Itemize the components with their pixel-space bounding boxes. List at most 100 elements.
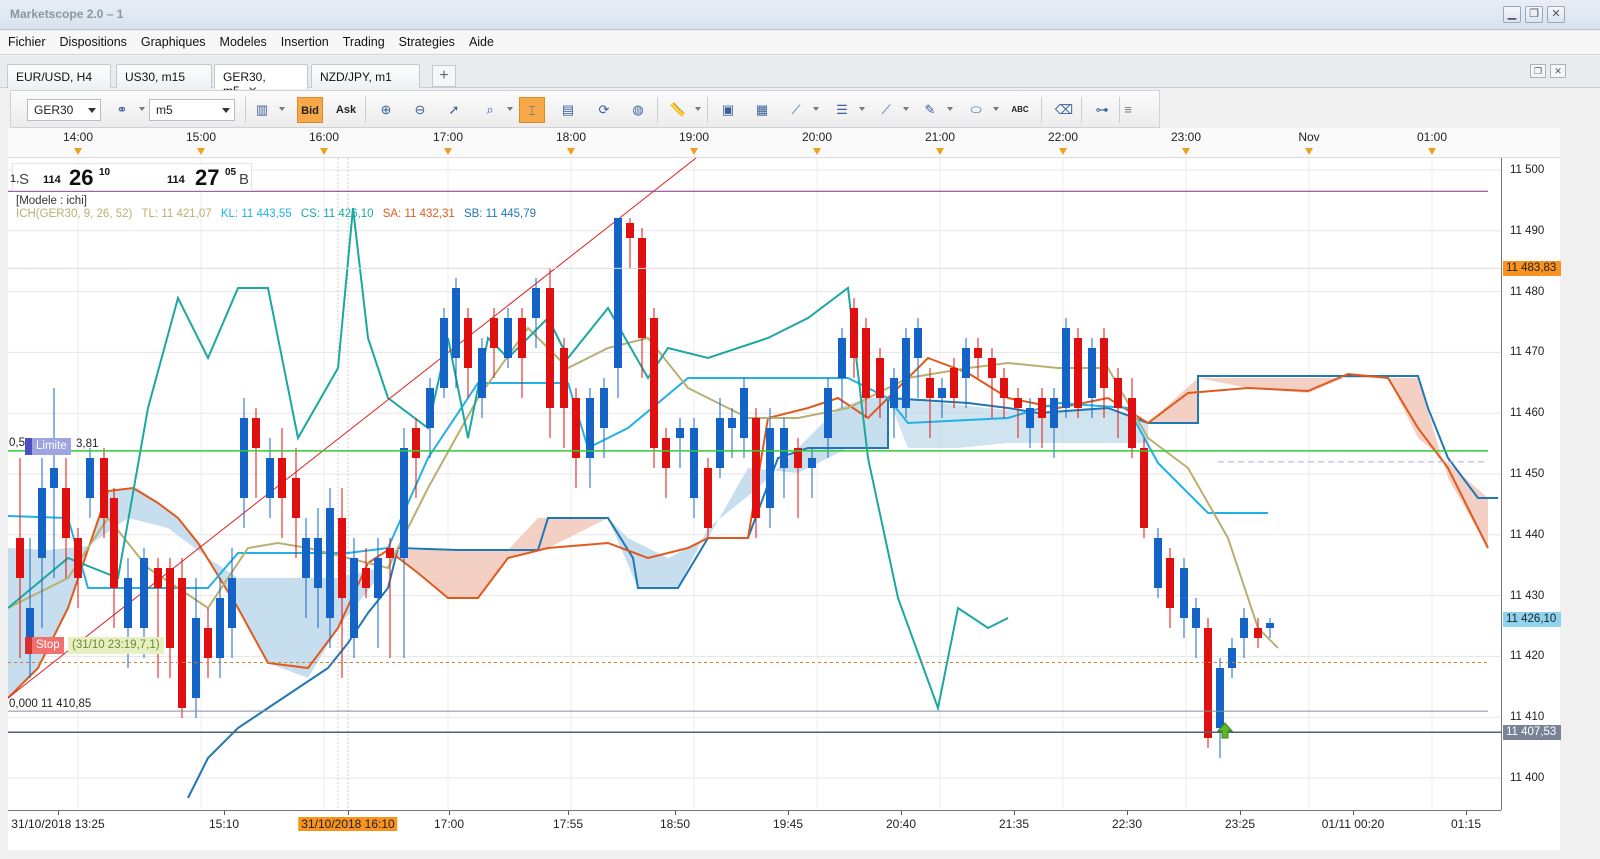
candle-body[interactable]: [386, 548, 394, 558]
menu-fichier[interactable]: Fichier: [0, 31, 52, 49]
candle-body[interactable]: [204, 628, 212, 658]
menu-graphiques[interactable]: Graphiques: [133, 31, 212, 49]
trendline-icon[interactable]: ⟋: [783, 97, 809, 123]
layout-icon[interactable]: ▦: [749, 97, 775, 123]
tab-nzdjpy[interactable]: NZD/JPY, m1: [311, 64, 420, 88]
candle-body[interactable]: [452, 288, 460, 358]
candle-body[interactable]: [716, 418, 724, 468]
menu-trading[interactable]: Trading: [335, 31, 391, 49]
price-plot[interactable]: [8, 158, 1501, 810]
candle-body[interactable]: [532, 288, 540, 318]
candle-body[interactable]: [1014, 398, 1022, 408]
candle-body[interactable]: [62, 488, 70, 538]
candle-body[interactable]: [914, 328, 922, 358]
candle-body[interactable]: [560, 348, 568, 408]
candle-body[interactable]: [638, 238, 646, 338]
candle-body[interactable]: [1114, 378, 1122, 408]
candle-body[interactable]: [1204, 628, 1212, 738]
candle-body[interactable]: [950, 368, 958, 398]
data-window-icon[interactable]: ▤: [555, 97, 581, 123]
candle-body[interactable]: [86, 458, 94, 498]
candle-body[interactable]: [1038, 398, 1046, 418]
candle-body[interactable]: [662, 438, 670, 468]
fan-icon[interactable]: ⟋: [873, 97, 899, 123]
candle-body[interactable]: [1050, 398, 1058, 428]
timeframe-select[interactable]: m5: [149, 99, 235, 121]
candle-body[interactable]: [266, 458, 274, 498]
candle-body[interactable]: [1154, 538, 1162, 588]
candle-body[interactable]: [1128, 398, 1136, 448]
chevron-down-icon[interactable]: [507, 107, 513, 111]
candle-body[interactable]: [650, 318, 658, 448]
restore-button[interactable]: ❐: [1525, 6, 1543, 23]
candle-body[interactable]: [1266, 623, 1274, 628]
minimize-button[interactable]: ▁: [1503, 6, 1521, 23]
candle-body[interactable]: [302, 538, 310, 578]
candle-body[interactable]: [1228, 648, 1236, 668]
candle-body[interactable]: [1180, 568, 1188, 618]
candle-body[interactable]: [962, 348, 970, 378]
candle-body[interactable]: [400, 448, 408, 558]
menu-aide[interactable]: Aide: [461, 31, 500, 49]
candle-body[interactable]: [240, 418, 248, 498]
candle-body[interactable]: [974, 348, 982, 358]
chevron-down-icon[interactable]: [859, 107, 865, 111]
candle-body[interactable]: [504, 318, 512, 358]
candle-body[interactable]: [178, 578, 186, 708]
lines-icon[interactable]: ☰: [829, 97, 855, 123]
candle-body[interactable]: [1074, 338, 1082, 408]
candle-body[interactable]: [1240, 618, 1248, 638]
tab-eurusd[interactable]: EUR/USD, H4: [7, 64, 111, 88]
tab-ger30[interactable]: GER30, m5✕: [214, 64, 308, 98]
candle-body[interactable]: [780, 428, 788, 468]
candle-body[interactable]: [166, 568, 174, 648]
magnifier-icon[interactable]: ⌕: [477, 97, 503, 123]
ask-price[interactable]: 27: [195, 165, 219, 191]
candle-body[interactable]: [278, 458, 286, 498]
refresh-icon[interactable]: ⟳: [591, 97, 617, 123]
menu-modeles[interactable]: Modeles: [212, 31, 273, 49]
chevron-down-icon[interactable]: [813, 107, 819, 111]
candle-body[interactable]: [362, 568, 370, 588]
candle-body[interactable]: [808, 458, 816, 468]
candle-body[interactable]: [766, 428, 774, 508]
bid-button[interactable]: Bid: [297, 97, 323, 123]
time-axis[interactable]: 31/10/2018 13:25 15:10 31/10/2018 16:10 17:…: [8, 810, 1501, 850]
buy-label[interactable]: B: [239, 171, 249, 188]
candle-body[interactable]: [586, 398, 594, 458]
instrument-select[interactable]: GER30: [27, 99, 101, 121]
candle-body[interactable]: [740, 388, 748, 438]
candle-body[interactable]: [16, 538, 24, 578]
candle-body[interactable]: [252, 418, 260, 448]
candle-body[interactable]: [314, 538, 322, 588]
candle-body[interactable]: [228, 578, 236, 628]
chevron-down-icon[interactable]: [279, 107, 285, 111]
candle-body[interactable]: [518, 318, 526, 358]
candle-body[interactable]: [74, 538, 82, 578]
candle-body[interactable]: [154, 568, 162, 588]
stop-order-tag[interactable]: Stop: [25, 637, 64, 654]
candle-body[interactable]: [1254, 628, 1262, 638]
candle-body[interactable]: [110, 498, 118, 588]
close-button[interactable]: ✕: [1547, 6, 1565, 23]
tree-icon[interactable]: ⊶: [1089, 97, 1115, 123]
candle-body[interactable]: [478, 348, 486, 398]
text-tool-button[interactable]: ABC: [1007, 97, 1033, 123]
globe-icon[interactable]: ◍: [625, 97, 651, 123]
candle-body[interactable]: [862, 328, 870, 398]
tab-us30[interactable]: US30, m15: [116, 64, 212, 88]
price-axis[interactable]: 11 483,83 11 426,10 11 407,53 11 500 11 4…: [1501, 158, 1561, 810]
candle-body[interactable]: [440, 318, 448, 388]
add-tab-button[interactable]: +: [432, 65, 456, 87]
candle-body[interactable]: [1026, 408, 1034, 428]
bid-price[interactable]: 26: [69, 165, 93, 191]
chevron-down-icon[interactable]: [695, 107, 701, 111]
zoom-in-icon[interactable]: ⊕: [373, 97, 399, 123]
chart-area[interactable]: 14:00 15:00 16:00 17:00 18:00 19:00 20:00 21:00…: [8, 128, 1561, 850]
candle-body[interactable]: [38, 488, 46, 558]
chart-close-button[interactable]: ✕: [1550, 64, 1566, 78]
candle-body[interactable]: [614, 218, 622, 368]
candle-body[interactable]: [850, 308, 858, 358]
candle-body[interactable]: [464, 318, 472, 368]
candle-body[interactable]: [338, 518, 346, 598]
